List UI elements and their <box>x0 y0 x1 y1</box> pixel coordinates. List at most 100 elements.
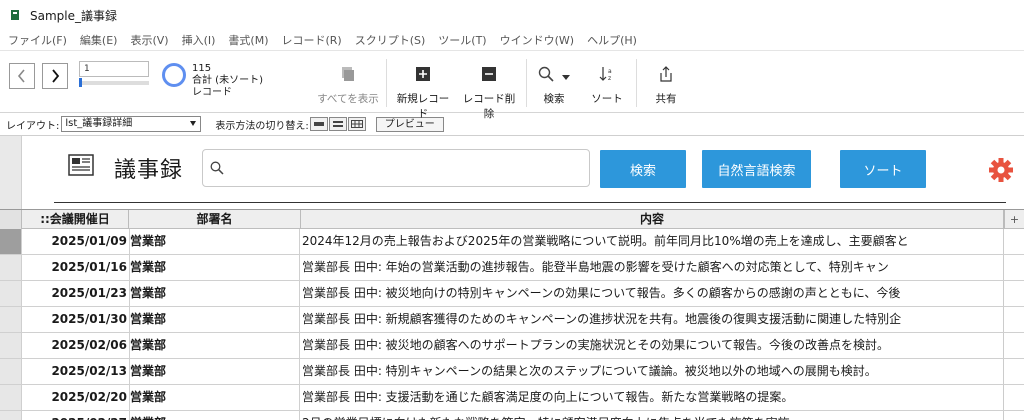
sort-az-icon: az <box>599 67 612 82</box>
sort-toolbar-button[interactable]: az ソート <box>588 65 626 106</box>
menu-file[interactable]: ファイル(F) <box>8 32 67 48</box>
cell-dept[interactable]: 営業部 <box>129 307 300 332</box>
column-header-date[interactable]: ::会議開催日 <box>22 210 129 229</box>
list-view-button[interactable] <box>328 117 347 131</box>
add-column-button[interactable]: + <box>1004 210 1024 229</box>
search-input[interactable] <box>202 149 590 187</box>
cell-content[interactable]: 2月の営業目標に向けた新たな戦略を策定。特に顧客満足度向上に焦点を当てた施策を実… <box>302 411 1003 420</box>
cell-content[interactable]: 営業部長 田中: 新規顧客獲得のためのキャンペーンの進捗状況を共有。地震後の復興… <box>302 307 1003 332</box>
row-right-border <box>1003 385 1004 410</box>
cell-date[interactable]: 2025/01/09 <box>22 229 127 254</box>
record-number-field[interactable]: 1 <box>79 61 149 77</box>
header-divider <box>54 202 1006 203</box>
menu-scripts[interactable]: スクリプト(S) <box>355 32 426 48</box>
table-row[interactable]: 2025/01/09 営業部 2024年12月の売上報告および2025年の営業戦… <box>0 229 1024 255</box>
row-right-border <box>1003 229 1004 254</box>
record-label: レコード <box>192 87 232 98</box>
app-icon <box>10 9 20 21</box>
form-view-icon <box>313 122 324 126</box>
menu-help[interactable]: ヘルプ(H) <box>587 32 637 48</box>
cell-content[interactable]: 営業部長 田中: 被災地の顧客へのサポートプランの実施状況とその効果について報告… <box>302 333 1003 358</box>
table-row[interactable]: 2025/02/27 営業部 2月の営業目標に向けた新たな戦略を策定。特に顧客満… <box>0 411 1024 420</box>
sort-toolbar-label: ソート <box>591 93 623 105</box>
sort-button[interactable]: ソート <box>840 150 926 188</box>
row-selector[interactable] <box>0 385 22 410</box>
view-switch-label: 表示方法の切り替え: <box>215 120 309 132</box>
natural-language-search-button[interactable]: 自然言語検索 <box>702 150 811 188</box>
list-view-icon <box>332 121 343 127</box>
show-all-button[interactable]: すべてを表示 <box>316 65 380 106</box>
layout-value: lst_議事録詳細 <box>65 118 133 129</box>
row-right-border <box>1003 307 1004 332</box>
search-button[interactable]: 検索 <box>600 150 686 188</box>
cell-date[interactable]: 2025/01/30 <box>22 307 127 332</box>
share-button[interactable]: 共有 <box>648 65 684 106</box>
find-button[interactable]: 検索 <box>532 65 576 106</box>
cell-dept[interactable]: 営業部 <box>129 359 300 384</box>
row-selector[interactable] <box>0 255 22 280</box>
row-selector[interactable] <box>0 307 22 332</box>
row-selector[interactable] <box>0 333 22 358</box>
magnifier-icon <box>538 66 554 82</box>
cell-date[interactable]: 2025/02/27 <box>22 411 127 420</box>
record-slider-track[interactable] <box>79 81 149 85</box>
gear-icon[interactable] <box>988 157 1014 183</box>
cell-dept[interactable]: 営業部 <box>129 229 300 254</box>
table-row[interactable]: 2025/02/06 営業部 営業部長 田中: 被災地の顧客へのサポートプランの… <box>0 333 1024 359</box>
table-row[interactable]: 2025/01/30 営業部 営業部長 田中: 新規顧客獲得のためのキャンペーン… <box>0 307 1024 333</box>
cell-date[interactable]: 2025/02/13 <box>22 359 127 384</box>
delete-record-button[interactable]: レコード削除 <box>459 65 519 121</box>
cell-dept[interactable]: 営業部 <box>129 411 300 420</box>
menu-format[interactable]: 書式(M) <box>228 32 268 48</box>
record-slider-thumb[interactable] <box>79 78 82 87</box>
toolbar-separator <box>526 59 527 107</box>
next-record-button[interactable] <box>42 63 68 89</box>
plus-box-icon <box>416 67 430 81</box>
cell-content[interactable]: 営業部長 田中: 特別キャンペーンの結果と次のステップについて議論。被災地以外の… <box>302 359 1003 384</box>
document-icon <box>68 154 94 176</box>
cell-content[interactable]: 営業部長 田中: 年始の営業活動の進捗報告。能登半島地震の影響を受けた顧客への対… <box>302 255 1003 280</box>
menu-edit[interactable]: 編集(E) <box>80 32 118 48</box>
layout-select[interactable]: lst_議事録詳細 <box>61 116 202 132</box>
previous-record-button[interactable] <box>9 63 35 89</box>
table-row[interactable]: 2025/02/20 営業部 営業部長 田中: 支援活動を通じた顧客満足度の向上… <box>0 385 1024 411</box>
cell-dept[interactable]: 営業部 <box>129 333 300 358</box>
layout-header: 議事録 検索 自然言語検索 ソート <box>22 136 1024 208</box>
menu-view[interactable]: 表示(V) <box>130 32 168 48</box>
search-icon <box>210 161 224 175</box>
toolbar-separator <box>386 59 387 107</box>
cell-date[interactable]: 2025/01/23 <box>22 281 127 306</box>
row-selector[interactable] <box>0 411 22 420</box>
menu-insert[interactable]: 挿入(I) <box>182 32 216 48</box>
cell-dept[interactable]: 営業部 <box>129 255 300 280</box>
cell-date[interactable]: 2025/02/20 <box>22 385 127 410</box>
row-selector[interactable] <box>0 359 22 384</box>
cell-content[interactable]: 営業部長 田中: 支援活動を通じた顧客満足度の向上について報告。新たな営業戦略の… <box>302 385 1003 410</box>
table-row[interactable]: 2025/01/23 営業部 営業部長 田中: 被災地向けの特別キャンペーンの効… <box>0 281 1024 307</box>
row-selector[interactable] <box>0 281 22 306</box>
menu-tools[interactable]: ツール(T) <box>438 32 486 48</box>
new-record-button[interactable]: 新規レコード <box>392 65 454 121</box>
show-all-icon <box>342 67 354 81</box>
cell-dept[interactable]: 営業部 <box>129 385 300 410</box>
record-pie-icon <box>162 63 186 87</box>
column-header-dept[interactable]: 部署名 <box>129 210 301 229</box>
cell-dept[interactable]: 営業部 <box>129 281 300 306</box>
row-selector-active[interactable] <box>0 229 22 254</box>
column-header-content[interactable]: 内容 <box>301 210 1004 229</box>
window-title: Sample_議事録 <box>30 8 117 23</box>
layout-label: レイアウト: <box>6 120 60 132</box>
menu-window[interactable]: ウインドウ(W) <box>500 32 574 48</box>
header-gutter <box>0 210 22 229</box>
cell-date[interactable]: 2025/02/06 <box>22 333 127 358</box>
table-row[interactable]: 2025/01/16 営業部 営業部長 田中: 年始の営業活動の進捗報告。能登半… <box>0 255 1024 281</box>
table-view-button[interactable] <box>347 117 366 131</box>
cell-date[interactable]: 2025/01/16 <box>22 255 127 280</box>
status-toolbar: 1 115 合計 (未ソート) レコード すべてを表示 新規レコード レコード削… <box>0 50 1024 120</box>
menu-records[interactable]: レコード(R) <box>281 32 341 48</box>
cell-content[interactable]: 営業部長 田中: 被災地向けの特別キャンペーンの効果について報告。多くの顧客から… <box>302 281 1003 306</box>
form-view-button[interactable] <box>309 117 328 131</box>
cell-content[interactable]: 2024年12月の売上報告および2025年の営業戦略について説明。前年同月比10… <box>302 229 1003 254</box>
record-total: 115 <box>192 63 212 74</box>
table-row[interactable]: 2025/02/13 営業部 営業部長 田中: 特別キャンペーンの結果と次のステ… <box>0 359 1024 385</box>
